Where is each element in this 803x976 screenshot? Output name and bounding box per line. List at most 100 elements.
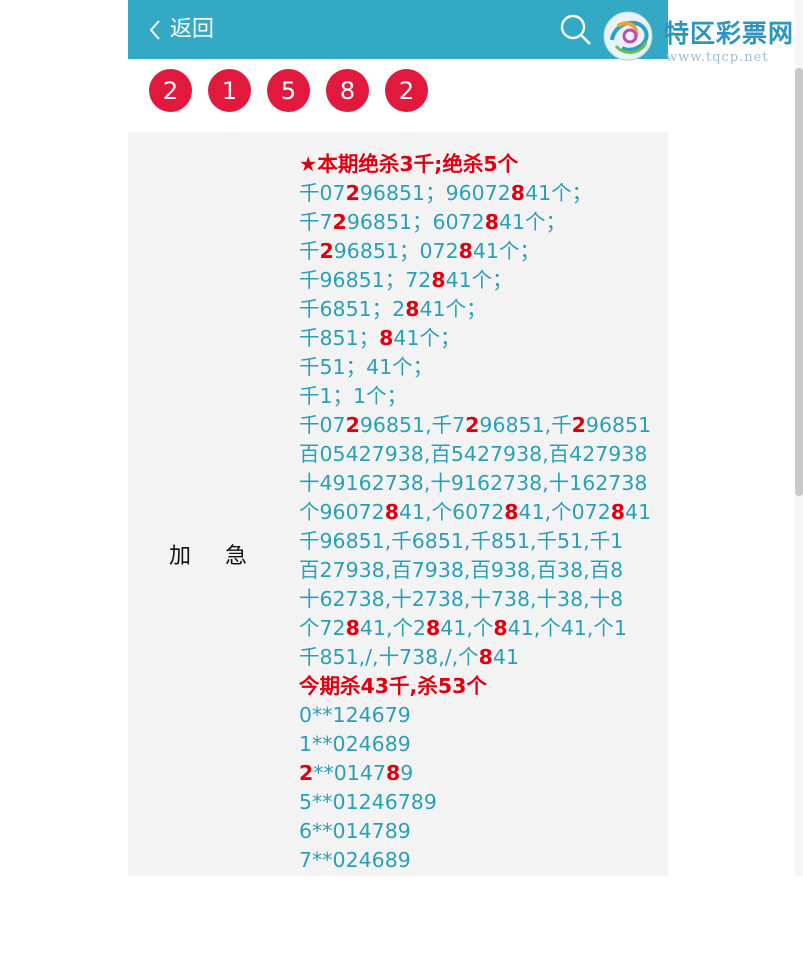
prediction-line: 千851；841个； (299, 324, 659, 353)
highlight-digit: 8 (431, 268, 446, 292)
highlight-digit: 8 (458, 239, 473, 263)
highlight-digit: 8 (405, 297, 420, 321)
line-text: 十49162738,十9162738,十162738 (299, 471, 648, 495)
highlight-digit: 8 (385, 761, 401, 785)
draw-number-balls: 2 1 5 8 2 (128, 59, 668, 132)
line-text: 41个； (472, 239, 540, 263)
line-text: 96851,千7 (359, 413, 466, 437)
line-text: 千7 (299, 210, 333, 234)
watermark-name: 特区彩票网 (664, 19, 795, 48)
line-text: 百27938,百7938,百938,百38,百8 (299, 558, 624, 582)
prediction-text: ★本期绝杀3千;绝杀5个 千07296851；96072841个； 千7296851… (299, 150, 659, 875)
top-nav-bar: 返回 (128, 0, 668, 59)
highlight-digit: 今期杀43千,杀53个 (299, 674, 487, 698)
line-text: 7**024689 (299, 848, 411, 872)
prediction-line: 6**014789 (299, 817, 659, 846)
highlight-digit: 8 (379, 326, 394, 350)
highlight-digit: 2 (345, 181, 360, 205)
prediction-line: 2**014789 (299, 759, 659, 788)
prediction-line: 千96851,千6851,千851,千51,千1 (299, 527, 659, 556)
highlight-digit: 2 (299, 761, 314, 785)
line-text: 41个； (498, 210, 567, 234)
prediction-line: 千07296851,千7296851,千296851 (299, 411, 659, 440)
line-text: 千96851,千6851,千851,千51,千1 (299, 529, 624, 553)
highlight-digit: 2 (571, 413, 586, 437)
back-label: 返回 (170, 17, 215, 42)
line-text: 41,个6072 (398, 500, 505, 524)
line-text: 6**014789 (299, 819, 411, 843)
line-text: 96851 (585, 413, 652, 437)
line-text: 41个； (525, 181, 593, 205)
line-text: 千51；41个； (299, 355, 434, 379)
prediction-line: 千7296851；6072841个； (299, 208, 659, 237)
highlight-digit: 8 (610, 500, 626, 524)
number-ball: 1 (208, 69, 251, 112)
line-text: 千6851；2 (299, 297, 406, 321)
prediction-line: 千851,/,十738,/,个841 (299, 643, 659, 672)
line-text: 41 (625, 500, 652, 524)
line-text: 41,个 (440, 616, 494, 640)
number-ball: 8 (326, 69, 369, 112)
line-text: 个72 (299, 616, 346, 640)
line-text: 1**024689 (299, 732, 411, 756)
prediction-line: 0**124679 (299, 701, 659, 730)
prediction-line: 千296851；072841个； (299, 237, 659, 266)
prediction-line: 百27938,百7938,百938,百38,百8 (299, 556, 659, 585)
line-text: 96851；6072 (346, 210, 485, 234)
search-icon[interactable] (558, 12, 594, 48)
highlight-digit: 8 (493, 616, 508, 640)
line-text: 96851；96072 (359, 181, 511, 205)
prediction-line: 千1；1个； (299, 382, 659, 411)
line-text: 个96072 (299, 500, 385, 524)
line-text: 十62738,十2738,十738,十38,十8 (299, 587, 624, 611)
prediction-table-row: 加急 ★本期绝杀3千;绝杀5个 千07296851；96072841个； 千7296… (128, 132, 668, 876)
watermark-url: www.tqcp.net (666, 50, 769, 65)
line-text: 千 (299, 239, 320, 263)
line-text: 0**124679 (299, 703, 411, 727)
prediction-line: 个72841,个2841,个841,个41,个1 (299, 614, 659, 643)
line-text: 千96851；72 (299, 268, 432, 292)
section-heading: ★本期绝杀3千;绝杀5个 (299, 150, 659, 179)
line-text: 千07 (299, 413, 346, 437)
line-text: 千1；1个； (299, 384, 408, 408)
line-text: 41,个41,个1 (507, 616, 627, 640)
highlight-digit: 2 (345, 413, 360, 437)
prediction-line: 1**024689 (299, 730, 659, 759)
highlight-digit: 2 (465, 413, 480, 437)
line-text: 96851,千 (479, 413, 572, 437)
line-text: 百05427938,百5427938,百427938 (299, 442, 648, 466)
prediction-line: 7**024689 (299, 846, 659, 875)
chevron-left-icon (149, 20, 160, 40)
prediction-line: 千6851；2841个； (299, 295, 659, 324)
line-text: 千851,/,十738,/,个 (299, 645, 479, 669)
prediction-line: 千96851；72841个； (299, 266, 659, 295)
line-text: 41 (492, 645, 519, 669)
number-ball: 5 (267, 69, 310, 112)
app-frame: 返回 2 1 5 8 2 加急 ★本期绝杀3千;绝杀5个 千07296851；96… (128, 0, 668, 876)
back-button[interactable]: 返回 (148, 14, 214, 46)
line-text: 9 (400, 761, 414, 785)
number-ball: 2 (149, 69, 192, 112)
line-text: **0147 (313, 761, 386, 785)
highlight-digit: ★本期绝杀3千;绝杀5个 (299, 152, 519, 176)
prediction-line: 百05427938,百5427938,百427938 (299, 440, 659, 469)
logo-swirl-icon (603, 11, 653, 61)
highlight-digit: 2 (332, 210, 347, 234)
prediction-line: 千51；41个； (299, 353, 659, 382)
highlight-digit: 8 (384, 500, 399, 524)
highlight-digit: 8 (484, 210, 499, 234)
section-heading: 今期杀43千,杀53个 (299, 672, 659, 701)
highlight-digit: 8 (510, 181, 526, 205)
prediction-line: 十62738,十2738,十738,十38,十8 (299, 585, 659, 614)
prediction-line: 十49162738,十9162738,十162738 (299, 469, 659, 498)
highlight-digit: 2 (319, 239, 334, 263)
highlight-digit: 8 (478, 645, 493, 669)
prediction-line: 个96072841,个6072841,个072841 (299, 498, 659, 527)
scrollbar-thumb[interactable] (795, 68, 803, 496)
highlight-digit: 8 (504, 500, 519, 524)
watermark-logo: 特区彩票网 www.tqcp.net (602, 8, 802, 68)
line-text: 96851；072 (333, 239, 459, 263)
highlight-digit: 8 (426, 616, 441, 640)
row-label: 加急 (168, 544, 281, 569)
prediction-line: 5**01246789 (299, 788, 659, 817)
